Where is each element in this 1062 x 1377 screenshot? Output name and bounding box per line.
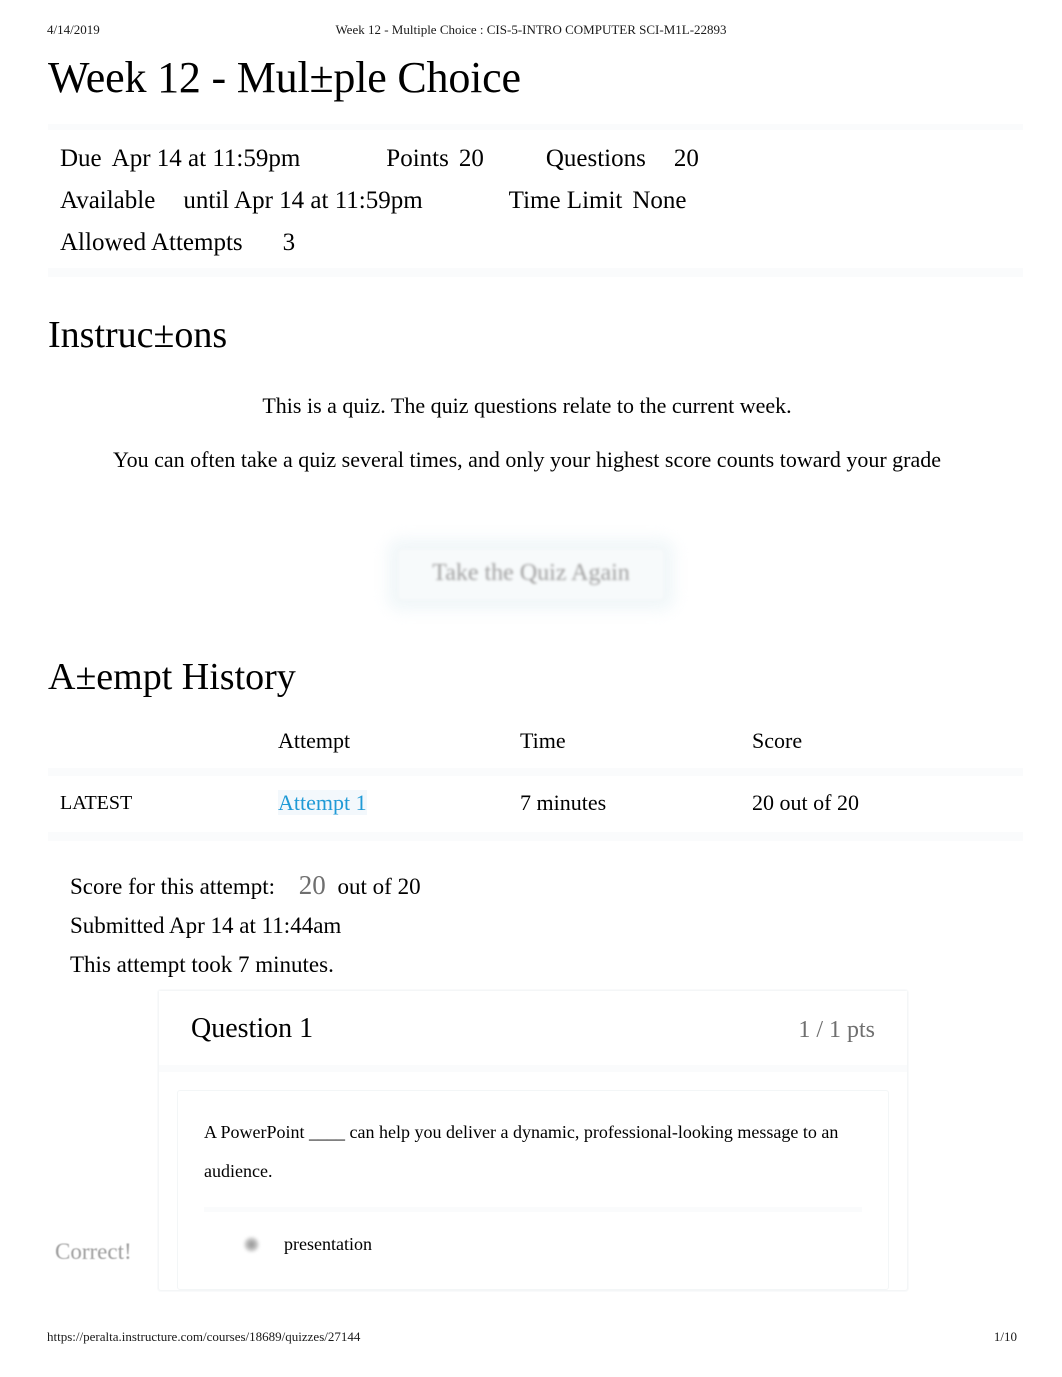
attempt-history-heading: A±empt History	[48, 656, 296, 698]
column-header-attempt: Attempt	[278, 722, 520, 776]
duration-line: This attempt took 7 minutes.	[70, 952, 334, 977]
print-footer: https://peralta.instructure.com/courses/…	[0, 1329, 1062, 1349]
quiz-meta-row-2: Available until Apr 14 at 11:59pm Time L…	[48, 180, 1023, 222]
instructions-heading: Instruc±ons	[48, 314, 228, 356]
instructions-body: This is a quiz. The quiz questions relat…	[48, 388, 1006, 496]
attempt-time-cell: 7 minutes	[520, 772, 752, 841]
question-header: Question 1 1 / 1 pts	[159, 991, 907, 1072]
score-value: 20	[298, 870, 326, 900]
table-header-row: Attempt Time Score	[48, 722, 1023, 776]
answer-label: presentation	[284, 1234, 372, 1254]
available-value: until Apr 14 at 11:59pm	[183, 187, 423, 214]
time-limit-value: None	[632, 187, 687, 214]
available-label: Available	[60, 187, 156, 214]
attempt-kept-badge: LATEST	[48, 772, 278, 841]
score-label: Score for this attempt:	[70, 874, 276, 899]
print-page-number: 1/10	[993, 1329, 1017, 1344]
quiz-meta-row-3: Allowed Attempts 3	[48, 222, 1023, 264]
questions-label: Questions	[545, 145, 646, 172]
column-header-time: Time	[520, 722, 752, 776]
attempt-summary: Score for this attempt: 20 out of 20 Sub…	[70, 866, 421, 984]
print-url: https://peralta.instructure.com/courses/…	[47, 1329, 361, 1344]
page-title: Week 12 - Mul±ple Choice	[48, 53, 521, 102]
instructions-paragraph-1: This is a quiz. The quiz questions relat…	[262, 393, 792, 418]
submitted-line: Submitted Apr 14 at 11:44am	[70, 913, 342, 938]
time-limit-label: Time Limit	[508, 187, 623, 214]
take-quiz-again-button[interactable]: Take the Quiz Again	[397, 548, 665, 601]
attempt-history-table: Attempt Time Score LATEST Attempt 1 7 mi…	[48, 722, 1023, 841]
quiz-meta-row-1: Due Apr 14 at 11:59pm Points 20 Question…	[48, 138, 1023, 180]
print-document-title: Week 12 - Multiple Choice : CIS-5-INTRO …	[335, 22, 727, 37]
take-quiz-again-container: Take the Quiz Again	[0, 548, 1062, 601]
question-card: Question 1 1 / 1 pts A PowerPoint ____ c…	[158, 990, 908, 1291]
question-text: A PowerPoint ____ can help you deliver a…	[204, 1122, 839, 1181]
attempt-1-link[interactable]: Attempt 1	[278, 790, 367, 815]
questions-value: 20	[673, 145, 699, 172]
answer-correct-flag: Correct!	[55, 1239, 132, 1264]
instructions-paragraph-2: You can often take a quiz several times,…	[112, 447, 942, 472]
question-body: A PowerPoint ____ can help you deliver a…	[177, 1090, 889, 1290]
score-line: Score for this attempt: 20 out of 20	[70, 866, 421, 906]
due-value: Apr 14 at 11:59pm	[111, 145, 301, 172]
quiz-meta-panel: Due Apr 14 at 11:59pm Points 20 Question…	[48, 124, 1023, 277]
attempt-cell: Attempt 1	[278, 772, 520, 841]
allowed-attempts-value: 3	[282, 229, 296, 256]
points-value: 20	[458, 145, 484, 172]
radio-selected-icon	[244, 1237, 259, 1252]
table-row: LATEST Attempt 1 7 minutes 20 out of 20	[48, 772, 1023, 841]
column-header-score: Score	[752, 722, 1023, 776]
question-points: 1 / 1 pts	[798, 1017, 875, 1043]
allowed-attempts-label: Allowed Attempts	[60, 229, 243, 256]
points-label: Points	[386, 145, 449, 172]
answer-list: presentation	[204, 1207, 862, 1289]
column-header-kept	[48, 722, 278, 776]
score-out-of: out of 20	[337, 874, 421, 899]
answer-option[interactable]: presentation	[204, 1226, 862, 1263]
question-name: Question 1	[191, 1013, 314, 1044]
attempt-score-cell: 20 out of 20	[752, 772, 1023, 841]
print-header: 4/14/2019 Week 12 - Multiple Choice : CI…	[0, 22, 1062, 42]
due-label: Due	[60, 145, 102, 172]
